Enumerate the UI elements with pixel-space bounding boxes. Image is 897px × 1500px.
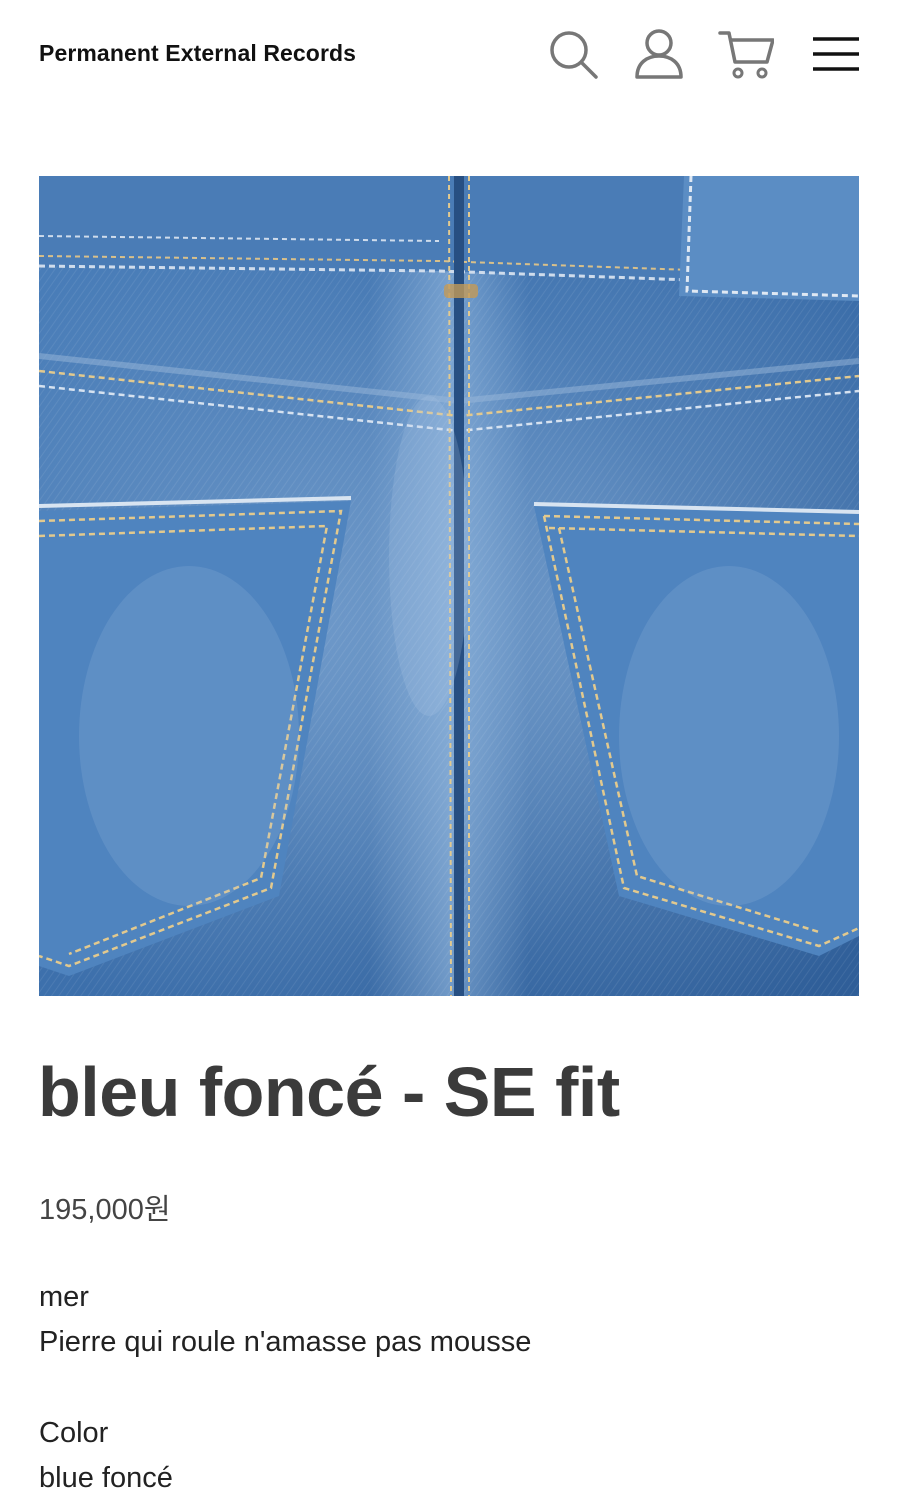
brand-logo[interactable]: Permanent External Records bbox=[39, 40, 356, 67]
site-header: Permanent External Records bbox=[0, 0, 897, 110]
menu-icon[interactable] bbox=[808, 26, 864, 82]
product-price: 195,000원 bbox=[39, 1194, 171, 1226]
cart-icon[interactable] bbox=[718, 26, 774, 82]
user-icon[interactable] bbox=[631, 26, 687, 82]
product-title: bleu foncé - SE fit bbox=[38, 1053, 620, 1131]
color-option-label: Color bbox=[39, 1417, 109, 1449]
search-icon[interactable] bbox=[545, 26, 601, 82]
product-description-line: Pierre qui roule n'amasse pas mousse bbox=[39, 1326, 532, 1358]
product-image[interactable] bbox=[39, 176, 859, 996]
product-description-line: mer bbox=[39, 1281, 89, 1313]
color-option-value[interactable]: blue foncé bbox=[39, 1462, 173, 1495]
